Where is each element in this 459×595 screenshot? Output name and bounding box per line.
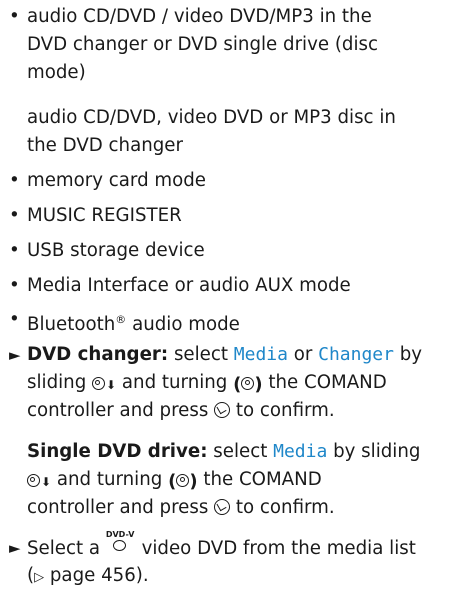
page-reference[interactable]: page 456).	[44, 565, 149, 586]
menu-item-changer: Changer	[318, 344, 394, 365]
controller-turn-icon: ()	[233, 374, 263, 395]
continuation-text: audio CD/DVD, video DVD or MP3 disc in t…	[27, 107, 396, 156]
bullet-dot: •	[9, 275, 20, 296]
menu-item-media: Media	[273, 441, 328, 462]
step-arrow-icon: ►	[9, 539, 21, 557]
page-reference-arrow-icon: ▷	[34, 570, 45, 585]
bullet-dot: •	[9, 205, 20, 226]
manual-page: • audio CD/DVD / video DVD/MP3 in the DV…	[0, 0, 459, 595]
controller-turn-icon: ()	[168, 471, 198, 492]
bullet-dot: •	[9, 309, 20, 330]
bullet-text: audio CD/DVD / video DVD/MP3 in the DVD …	[27, 6, 379, 83]
step-arrow-icon: ►	[9, 346, 21, 364]
step-single-dvd-drive: Single DVD drive: select Media by slidin…	[27, 441, 421, 518]
menu-item-media: Media	[233, 344, 288, 365]
dvd-video-icon: DVD-V	[106, 530, 136, 556]
controller-slide-down-icon: ⬇	[92, 371, 116, 399]
controller-press-icon	[214, 499, 231, 515]
controller-slide-down-icon: ⬇	[27, 468, 51, 496]
controller-press-icon	[214, 402, 231, 418]
bullet-dot: •	[9, 6, 20, 27]
bullet-dot: •	[9, 240, 20, 261]
bullet-dot: •	[9, 170, 20, 191]
